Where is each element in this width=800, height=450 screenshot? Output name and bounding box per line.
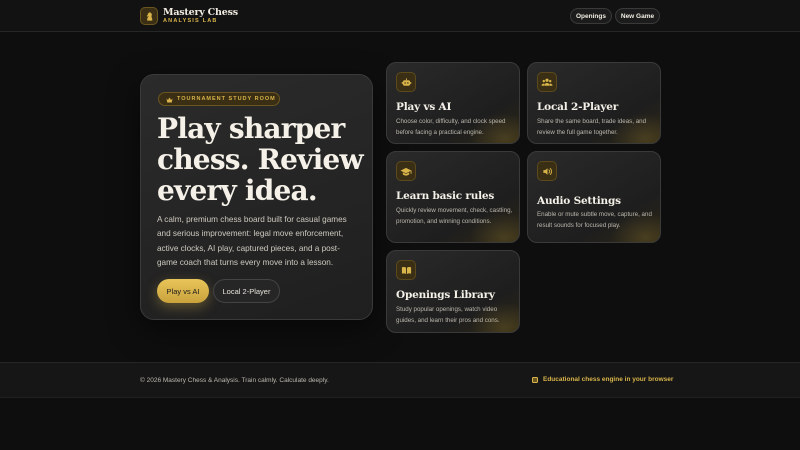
- card-play-vs-ai[interactable]: Play vs AI Choose color, difficulty, and…: [386, 62, 520, 144]
- graduation-cap-icon: [396, 161, 416, 181]
- card-audio-settings[interactable]: Audio Settings Enable or mute subtle mov…: [527, 151, 661, 243]
- hero-badge-label: TOURNAMENT STUDY ROOM: [177, 96, 276, 102]
- hero-card: TOURNAMENT STUDY ROOM Play sharper chess…: [140, 74, 373, 320]
- card-title: Learn basic rules: [396, 190, 495, 202]
- chip-icon: [532, 376, 538, 383]
- card-description: Choose color, difficulty, and clock spee…: [396, 118, 506, 136]
- new-game-button[interactable]: New Game: [615, 8, 660, 24]
- robot-icon: [396, 72, 416, 92]
- footer-note-label: Educational chess engine in your browser: [543, 376, 674, 383]
- brand-title[interactable]: Mastery Chess: [163, 7, 238, 18]
- card-local-2-player[interactable]: Local 2-Player Share the same board, tra…: [527, 62, 661, 144]
- openings-button[interactable]: Openings: [570, 8, 612, 24]
- card-title: Audio Settings: [537, 195, 621, 207]
- hero-title: Play sharper chess. Review every idea.: [157, 112, 364, 207]
- book-icon: [396, 260, 416, 280]
- hero-description: A calm, premium chess board built for ca…: [157, 215, 347, 267]
- card-openings-library[interactable]: Openings Library Study popular openings,…: [386, 250, 520, 333]
- users-icon: [537, 72, 557, 92]
- play-vs-ai-button[interactable]: Play vs AI: [157, 279, 209, 303]
- local-2-player-button[interactable]: Local 2-Player: [213, 279, 280, 303]
- chess-knight-icon[interactable]: [140, 7, 158, 25]
- card-learn-basic-rules[interactable]: Learn basic rules Quickly review movemen…: [386, 151, 520, 243]
- hero-badge: TOURNAMENT STUDY ROOM: [158, 92, 280, 106]
- card-title: Openings Library: [396, 289, 495, 301]
- card-title: Play vs AI: [396, 101, 452, 113]
- card-description: Study popular openings, watch video guid…: [396, 306, 500, 324]
- footer-note: Educational chess engine in your browser: [532, 376, 673, 383]
- card-description: Enable or mute subtle move, capture, and…: [537, 211, 652, 229]
- brand-subtitle: ANALYSIS LAB: [163, 18, 218, 24]
- card-title: Local 2-Player: [537, 101, 619, 113]
- footer-copyright: © 2026 Mastery Chess & Analysis. Train c…: [140, 377, 329, 384]
- card-description: Quickly review movement, check, castling…: [396, 207, 513, 225]
- crown-icon: [166, 90, 173, 108]
- card-description: Share the same board, trade ideas, and r…: [537, 118, 647, 136]
- top-header: Mastery Chess ANALYSIS LAB Openings New …: [0, 0, 800, 32]
- speaker-icon: [537, 161, 557, 181]
- page-footer: © 2026 Mastery Chess & Analysis. Train c…: [0, 362, 800, 398]
